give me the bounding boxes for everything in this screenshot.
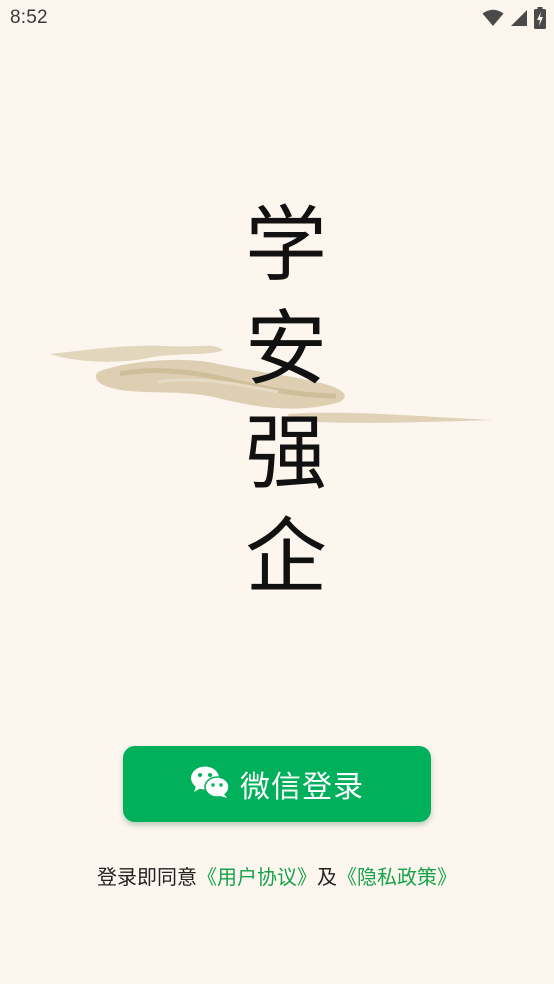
title-char-3: 强 <box>244 406 327 501</box>
wechat-login-label: 微信登录 <box>240 770 364 805</box>
agreement-prefix: 登录即同意 <box>97 865 197 889</box>
agreement-conjunction: 及 <box>317 865 337 889</box>
app-title: 学 安 强 企 <box>236 194 336 610</box>
title-char-4: 企 <box>244 510 327 605</box>
splash-screen: 学 安 强 企 微信登录 登录即同意《用户协议》及《隐私政策》 <box>0 0 554 984</box>
wechat-icon <box>190 765 230 803</box>
user-agreement-link[interactable]: 《用户协议》 <box>197 865 317 889</box>
title-char-1: 学 <box>244 198 327 293</box>
agreement-text: 登录即同意《用户协议》及《隐私政策》 <box>0 861 554 890</box>
title-char-2: 安 <box>244 302 327 397</box>
wechat-login-button[interactable]: 微信登录 <box>123 746 431 822</box>
privacy-policy-link[interactable]: 《隐私政策》 <box>337 865 457 889</box>
